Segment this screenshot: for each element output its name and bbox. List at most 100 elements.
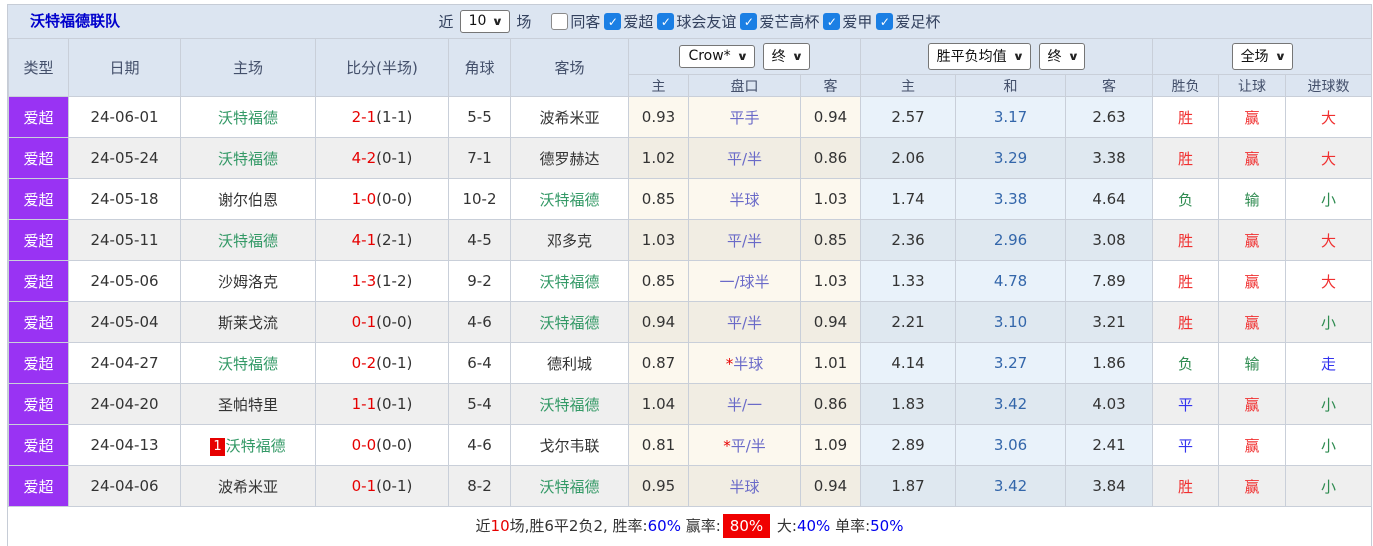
handicap-result-cell: 赢 xyxy=(1218,219,1287,261)
score-cell: 1-3(1-2) xyxy=(315,260,449,302)
near-label: 近 xyxy=(438,13,454,31)
date-cell: 24-04-27 xyxy=(68,342,181,384)
league-filter-item[interactable]: ✓ 爱芒高杯 xyxy=(740,11,819,32)
goals-result-cell: 小 xyxy=(1285,465,1373,507)
league-badge: 爱超 xyxy=(8,178,69,220)
footer-segment: 80% xyxy=(722,514,771,538)
sub-header-avg-away: 客 xyxy=(1065,74,1154,97)
match-history-panel: 沃特福德联队 近 10 ∨ 场 同客 ✓ 爱超 ✓ 球会友谊 ✓ 爱芒高杯 ✓ … xyxy=(7,4,1373,546)
handicap-name: 半球 xyxy=(729,477,760,496)
odds-home-cell: 0.95 xyxy=(628,465,689,507)
avg-time-select[interactable]: 终 ∨ xyxy=(1038,43,1086,70)
avg-away-cell: 3.21 xyxy=(1065,301,1154,343)
odds-away-cell: 1.01 xyxy=(799,342,862,384)
home-team-name: 波希米亚 xyxy=(217,477,278,496)
checkbox[interactable]: ✓ xyxy=(657,13,675,30)
col-header-home: 主场 xyxy=(180,38,316,97)
checkbox[interactable]: ✓ xyxy=(823,13,841,30)
table-row: 爱超 24-05-04 斯莱戈流 0-1(0-0) 4-6 沃特福德 0.94 … xyxy=(8,301,1373,343)
avg-home-cell: 2.06 xyxy=(860,137,957,179)
result-cell: 胜 xyxy=(1152,301,1220,343)
avg-draw-cell: 3.27 xyxy=(955,342,1067,384)
away-team-name: 德罗赫达 xyxy=(539,149,600,168)
result-cell: 平 xyxy=(1152,424,1220,466)
odds-time-select[interactable]: 终 ∨ xyxy=(762,43,810,70)
avg-type-select[interactable]: 胜平负均值 ∨ xyxy=(927,43,1031,70)
away-team-name: 戈尔韦联 xyxy=(539,436,600,455)
handicap-result-cell: 赢 xyxy=(1218,137,1287,179)
checkbox[interactable]: ✓ xyxy=(740,13,758,30)
avg-away-cell: 2.63 xyxy=(1065,96,1154,138)
league-filter-item[interactable]: ✓ 爱甲 xyxy=(823,11,872,32)
handicap-name: 一/球半 xyxy=(719,272,770,291)
league-filter-item[interactable]: ✓ 球会友谊 xyxy=(657,11,736,32)
score-cell: 0-0(0-0) xyxy=(315,424,449,466)
odds-away-cell: 0.94 xyxy=(799,96,862,138)
chevron-down-icon: ∨ xyxy=(736,49,748,63)
odds-away-cell: 0.85 xyxy=(799,219,862,261)
match-table: 类型 日期 主场 比分(半场) 角球 客场 Crow* ∨ 终 ∨ 胜平负均值 … xyxy=(8,38,1373,507)
score-fulltime: 0-1 xyxy=(351,477,377,495)
avg-away-cell: 4.03 xyxy=(1065,383,1154,425)
period-select[interactable]: 全场 ∨ xyxy=(1231,43,1293,70)
checkbox[interactable]: ✓ xyxy=(604,13,622,30)
footer-segment: 40% xyxy=(796,517,831,535)
match-count-select[interactable]: 10 ∨ xyxy=(459,10,511,33)
handicap-result-cell: 赢 xyxy=(1218,383,1287,425)
league-filter-item[interactable]: ✓ 爱足杯 xyxy=(876,11,940,32)
score-halftime: (0-0) xyxy=(376,313,413,331)
home-team-name: 沙姆洛克 xyxy=(217,272,278,291)
odds-time-value: 终 xyxy=(771,49,786,65)
away-team-cell: 波希米亚 xyxy=(510,96,629,138)
avg-draw-cell: 4.78 xyxy=(955,260,1067,302)
col-header-away: 客场 xyxy=(510,38,629,97)
handicap-name: 半球 xyxy=(733,354,764,373)
col-header-score: 比分(半场) xyxy=(315,38,449,97)
footer-segment: 10 xyxy=(490,517,510,535)
table-row: 爱超 24-04-20 圣帕特里 1-1(0-1) 5-4 沃特福德 1.04 … xyxy=(8,383,1373,425)
league-badge: 爱超 xyxy=(8,96,69,138)
checkbox[interactable] xyxy=(551,13,569,30)
avg-draw-cell: 3.38 xyxy=(955,178,1067,220)
filter-label: 球会友谊 xyxy=(676,13,737,31)
score-fulltime: 0-1 xyxy=(351,313,377,331)
goals-result-cell: 走 xyxy=(1285,342,1373,384)
topbar: 沃特福德联队 近 10 ∨ 场 同客 ✓ 爱超 ✓ 球会友谊 ✓ 爱芒高杯 ✓ … xyxy=(8,5,1371,38)
table-row: 爱超 24-05-11 沃特福德 4-1(2-1) 4-5 邓多克 1.03 平… xyxy=(8,219,1373,261)
score-fulltime: 1-0 xyxy=(351,190,377,208)
handicap-cell: 半球 xyxy=(688,178,801,220)
score-halftime: (0-1) xyxy=(376,477,413,495)
league-filter-item[interactable]: 同客 xyxy=(551,11,600,32)
sub-header-odds-away: 客 xyxy=(799,74,862,97)
away-team-cell: 沃特福德 xyxy=(510,301,629,343)
avg-away-cell: 4.64 xyxy=(1065,178,1154,220)
league-badge: 爱超 xyxy=(8,383,69,425)
goals-result-cell: 小 xyxy=(1285,424,1373,466)
footer-segment: 单率: xyxy=(830,517,871,535)
away-team-cell: 沃特福德 xyxy=(510,260,629,302)
score-fulltime: 0-2 xyxy=(351,354,377,372)
odds-away-cell: 0.94 xyxy=(799,301,862,343)
home-team-cell: 圣帕特里 xyxy=(180,383,316,425)
handicap-name: 半/一 xyxy=(726,395,763,414)
table-row: 爱超 24-04-06 波希米亚 0-1(0-1) 8-2 沃特福德 0.95 … xyxy=(8,465,1373,507)
home-team-cell: 沃特福德 xyxy=(180,219,316,261)
away-team-name: 邓多克 xyxy=(546,231,592,250)
footer-segment: 近 xyxy=(475,517,491,535)
score-cell: 0-1(0-1) xyxy=(315,465,449,507)
score-fulltime: 4-2 xyxy=(351,149,377,167)
league-filters: 同客 ✓ 爱超 ✓ 球会友谊 ✓ 爱芒高杯 ✓ 爱甲 ✓ 爱足杯 xyxy=(551,11,940,32)
goals-result-cell: 大 xyxy=(1285,137,1373,179)
sub-header-goals: 进球数 xyxy=(1285,74,1373,97)
score-halftime: (1-2) xyxy=(376,272,413,290)
league-filter-item[interactable]: ✓ 爱超 xyxy=(604,11,653,32)
odds-company-select[interactable]: Crow* ∨ xyxy=(679,45,755,68)
handicap-star: * xyxy=(723,436,731,455)
chevron-down-icon: ∨ xyxy=(1067,49,1079,63)
home-team-name: 沃特福德 xyxy=(225,436,286,455)
odds-away-cell: 0.86 xyxy=(799,137,862,179)
avg-home-cell: 1.83 xyxy=(860,383,957,425)
corner-cell: 4-6 xyxy=(448,301,511,343)
checkbox[interactable]: ✓ xyxy=(876,13,894,30)
odds-away-cell: 0.86 xyxy=(799,383,862,425)
